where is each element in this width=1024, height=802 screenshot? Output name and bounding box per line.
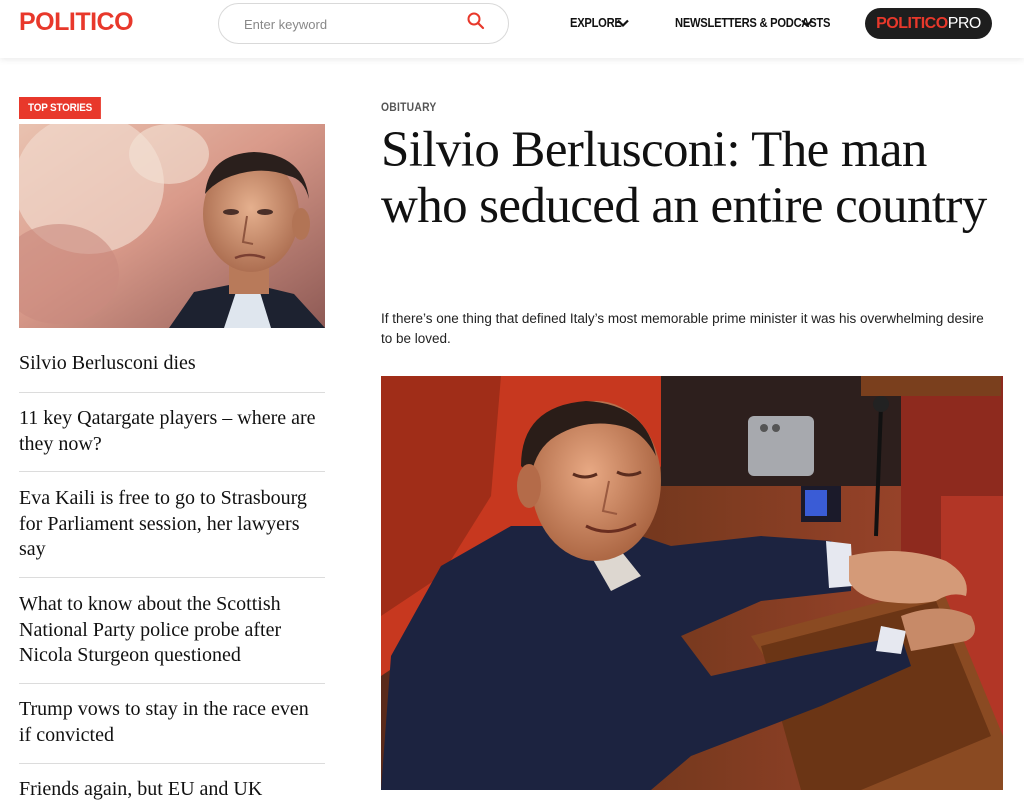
portrait-image: [19, 124, 325, 328]
chevron-down-icon[interactable]: [801, 19, 813, 28]
divider: [19, 683, 325, 684]
search-input[interactable]: [244, 14, 454, 34]
story-link[interactable]: Silvio Berlusconi dies: [19, 351, 325, 377]
story-link[interactable]: Eva Kaili is free to go to Strasbourg fo…: [19, 486, 325, 563]
pro-button-label: PRO: [947, 15, 982, 32]
search-icon[interactable]: [467, 12, 485, 30]
chevron-down-icon[interactable]: [617, 19, 629, 28]
nav-explore[interactable]: EXPLORE: [570, 15, 622, 30]
article-dek: If there’s one thing that defined Italy’…: [381, 311, 984, 346]
story-link[interactable]: What to know about the Scottish National…: [19, 592, 325, 669]
politico-logo[interactable]: POLITICO: [19, 8, 134, 37]
story-link[interactable]: Friends again, but EU and UK: [19, 777, 325, 802]
article-kicker[interactable]: OBITUARY: [381, 100, 437, 114]
story-link[interactable]: 11 key Qatargate players – where are the…: [19, 406, 325, 457]
story-link[interactable]: Trump vows to stay in the race even if c…: [19, 697, 325, 748]
divider: [19, 577, 325, 578]
top-story-thumbnail[interactable]: [19, 124, 325, 328]
article-headline[interactable]: Silvio Berlusconi: The man who seduced a…: [381, 122, 1006, 234]
divider: [19, 763, 325, 764]
article-hero-image[interactable]: [381, 376, 1003, 790]
pro-button-brand: POLITICO: [876, 15, 948, 32]
hero-photo: [381, 376, 1003, 790]
divider: [19, 471, 325, 472]
search-box[interactable]: [218, 3, 509, 44]
divider: [19, 392, 325, 393]
politico-pro-button[interactable]: POLITICOPRO: [865, 8, 992, 39]
site-header: POLITICO EXPLORE NEWSLETTERS & PODCASTS …: [0, 0, 1024, 58]
top-stories-badge: TOP STORIES: [19, 97, 102, 119]
